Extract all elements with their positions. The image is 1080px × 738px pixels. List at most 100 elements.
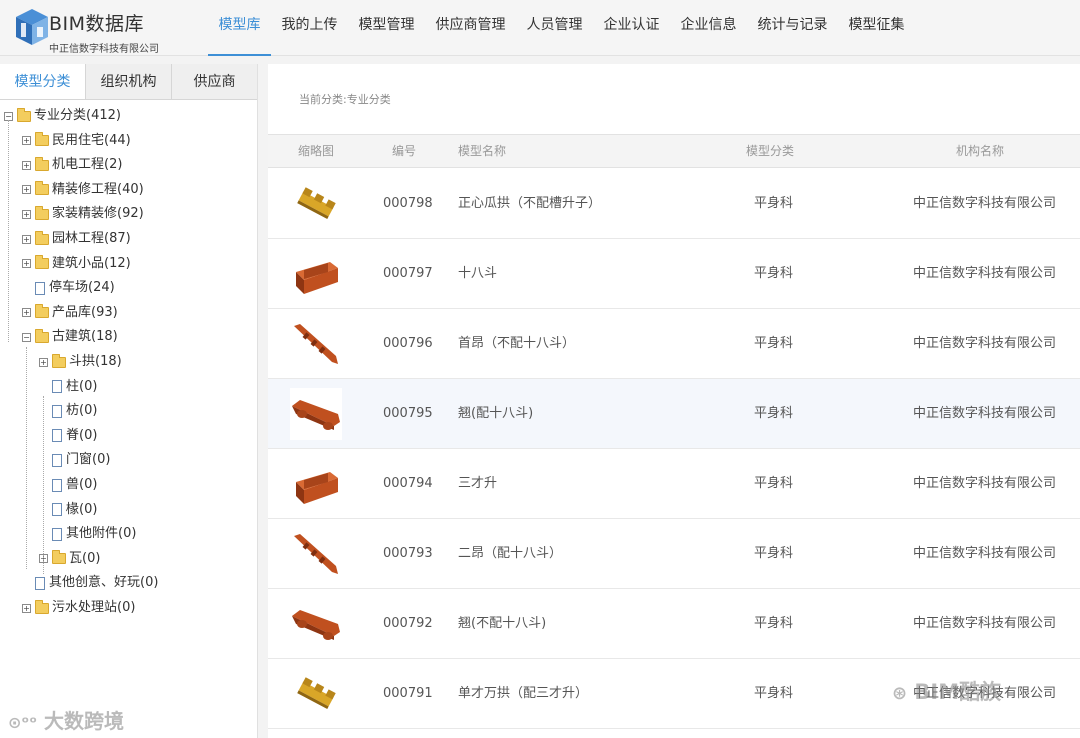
model-name[interactable]: 三才升 <box>458 449 497 518</box>
model-thumbnail[interactable] <box>290 318 342 370</box>
tree-node[interactable]: 兽(0) <box>39 475 97 495</box>
model-category: 平身科 <box>754 686 794 701</box>
model-thumbnail[interactable] <box>290 248 342 300</box>
tree-node[interactable]: 椽(0) <box>39 500 97 520</box>
model-category: 平身科 <box>754 406 794 421</box>
org-name: 中正信数字科技有限公司 <box>913 546 1057 561</box>
tree-node[interactable]: − 专业分类(412) <box>4 106 121 126</box>
tree-node[interactable]: 脊(0) <box>39 426 97 446</box>
model-name[interactable]: 翘(不配十八斗) <box>458 589 546 658</box>
main-nav: 模型库 我的上传 模型管理 供应商管理 人员管理 企业认证 企业信息 统计与记录 模型征集 <box>208 0 915 56</box>
tree-node-label: 瓦(0) <box>69 550 101 566</box>
nav-item-6[interactable]: 企业信息 <box>670 0 747 56</box>
tree-node[interactable]: + 园林工程(87) <box>22 229 131 249</box>
table-row[interactable]: 000795 翘(配十八斗) 平身科 中正信数字科技有限公司 <box>268 379 1080 449</box>
tree-node[interactable]: 门窗(0) <box>39 450 110 470</box>
tree-node-label: 其他创意、好玩(0) <box>49 575 159 591</box>
nav-item-1[interactable]: 我的上传 <box>271 0 348 56</box>
nav-item-5[interactable]: 企业认证 <box>593 0 670 56</box>
model-name[interactable]: 正心瓜拱（不配槽升子） <box>458 169 601 238</box>
model-thumbnail[interactable] <box>290 458 342 510</box>
model-thumbnail[interactable] <box>290 598 342 650</box>
nav-item-3[interactable]: 供应商管理 <box>425 0 516 56</box>
folder-icon <box>35 230 49 245</box>
table-row[interactable]: 000794 三才升 平身科 中正信数字科技有限公司 <box>268 449 1080 519</box>
tree-node[interactable]: + 建筑小品(12) <box>22 254 131 274</box>
folder-icon <box>35 599 49 614</box>
tree-node[interactable]: 柱(0) <box>39 377 97 397</box>
nav-item-7[interactable]: 统计与记录 <box>747 0 838 56</box>
expand-icon[interactable]: + <box>22 136 31 146</box>
wechat-icon: ⊛ <box>892 683 908 704</box>
tree-node[interactable]: + 污水处理站(0) <box>22 598 135 618</box>
table-row[interactable]: 000793 二昂（配十八斗） 平身科 中正信数字科技有限公司 <box>268 519 1080 589</box>
tree-node[interactable]: + 产品库(93) <box>22 303 118 323</box>
expand-icon[interactable]: + <box>22 209 31 219</box>
org-name: 中正信数字科技有限公司 <box>913 476 1057 491</box>
tree-node[interactable]: − 古建筑(18) <box>22 327 118 347</box>
tree-node[interactable]: 其他附件(0) <box>39 524 136 544</box>
tree-node[interactable]: + 斗拱(18) <box>39 352 122 372</box>
nav-item-8[interactable]: 模型征集 <box>838 0 915 56</box>
model-name[interactable]: 单才万拱（配三才升） <box>458 659 588 728</box>
top-navigation-bar: BIM数据库 中正信数字科技有限公司 模型库 我的上传 模型管理 供应商管理 人员管理企… <box>0 0 1080 56</box>
model-id: 000792 <box>383 616 433 631</box>
org-name: 中正信数字科技有限公司 <box>913 406 1057 421</box>
document-icon <box>35 281 45 295</box>
tree-node[interactable]: + 精装修工程(40) <box>22 180 144 200</box>
tree-node[interactable]: 停车场(24) <box>22 278 115 298</box>
folder-icon <box>35 304 49 319</box>
model-name[interactable]: 十八斗 <box>458 239 497 308</box>
sidebar-tab-1[interactable]: 组织机构 <box>86 64 172 99</box>
model-name[interactable]: 二昂（配十八斗） <box>458 519 562 588</box>
tree-node[interactable]: + 民用住宅(44) <box>22 131 131 151</box>
column-header[interactable]: 机构名称 <box>956 135 1004 168</box>
tree-node[interactable]: 其他创意、好玩(0) <box>22 573 158 593</box>
column-header[interactable]: 模型分类 <box>746 135 794 168</box>
tree-node-label: 园林工程(87) <box>52 231 131 246</box>
model-thumbnail[interactable] <box>290 668 342 720</box>
expand-icon[interactable]: + <box>22 308 31 318</box>
nav-item-0[interactable]: 模型库 <box>208 0 271 56</box>
column-header[interactable]: 模型名称 <box>458 135 506 168</box>
model-thumbnail[interactable] <box>290 388 342 440</box>
tree-node[interactable]: + 瓦(0) <box>39 549 100 569</box>
org-name: 中正信数字科技有限公司 <box>913 336 1057 351</box>
column-header[interactable]: 缩略图 <box>298 135 334 168</box>
document-icon <box>52 429 62 443</box>
expand-icon[interactable]: + <box>39 357 48 367</box>
expand-icon[interactable]: + <box>22 185 31 195</box>
nav-item-2[interactable]: 模型管理 <box>348 0 425 56</box>
table-row[interactable]: 000792 翘(不配十八斗) 平身科 中正信数字科技有限公司 <box>268 589 1080 659</box>
watermark-left-icon: ⊙ᵒᵒ <box>8 713 38 732</box>
collapse-icon[interactable]: − <box>22 332 31 342</box>
column-header[interactable]: 编号 <box>392 135 416 168</box>
document-icon <box>52 380 62 394</box>
model-id: 000798 <box>383 196 433 211</box>
folder-icon <box>35 156 49 171</box>
model-category: 平身科 <box>754 266 794 281</box>
model-name[interactable]: 翘(配十八斗) <box>458 379 533 448</box>
expand-icon[interactable]: + <box>22 603 31 613</box>
expand-icon[interactable]: + <box>22 160 31 170</box>
model-name[interactable]: 首昂（不配十八斗） <box>458 309 575 378</box>
table-row[interactable]: 000797 十八斗 平身科 中正信数字科技有限公司 <box>268 239 1080 309</box>
model-thumbnail[interactable] <box>290 178 342 230</box>
tree-node[interactable]: 枋(0) <box>39 401 97 421</box>
tree-node-label: 停车场(24) <box>49 280 115 296</box>
model-category: 平身科 <box>754 616 794 631</box>
tree-node-label: 古建筑(18) <box>52 329 118 345</box>
expand-icon[interactable]: + <box>22 259 31 269</box>
tree-node[interactable]: + 机电工程(2) <box>22 155 122 175</box>
table-row[interactable]: 000796 首昂（不配十八斗） 平身科 中正信数字科技有限公司 <box>268 309 1080 379</box>
table-row[interactable]: 000798 正心瓜拱（不配槽升子） 平身科 中正信数字科技有限公司 <box>268 169 1080 239</box>
expand-icon[interactable]: + <box>22 234 31 244</box>
model-thumbnail[interactable] <box>290 528 342 580</box>
tree-node-label: 污水处理站(0) <box>52 600 136 615</box>
watermark-right: ⊛ BIM酷族 <box>892 680 1002 704</box>
folder-icon <box>17 107 31 122</box>
nav-item-4[interactable]: 人员管理 <box>516 0 593 56</box>
tree-node[interactable]: + 家装精装修(92) <box>22 204 144 224</box>
sidebar-tab-2[interactable]: 供应商 <box>172 64 257 99</box>
sidebar-tab-0[interactable]: 模型分类 <box>0 64 86 99</box>
